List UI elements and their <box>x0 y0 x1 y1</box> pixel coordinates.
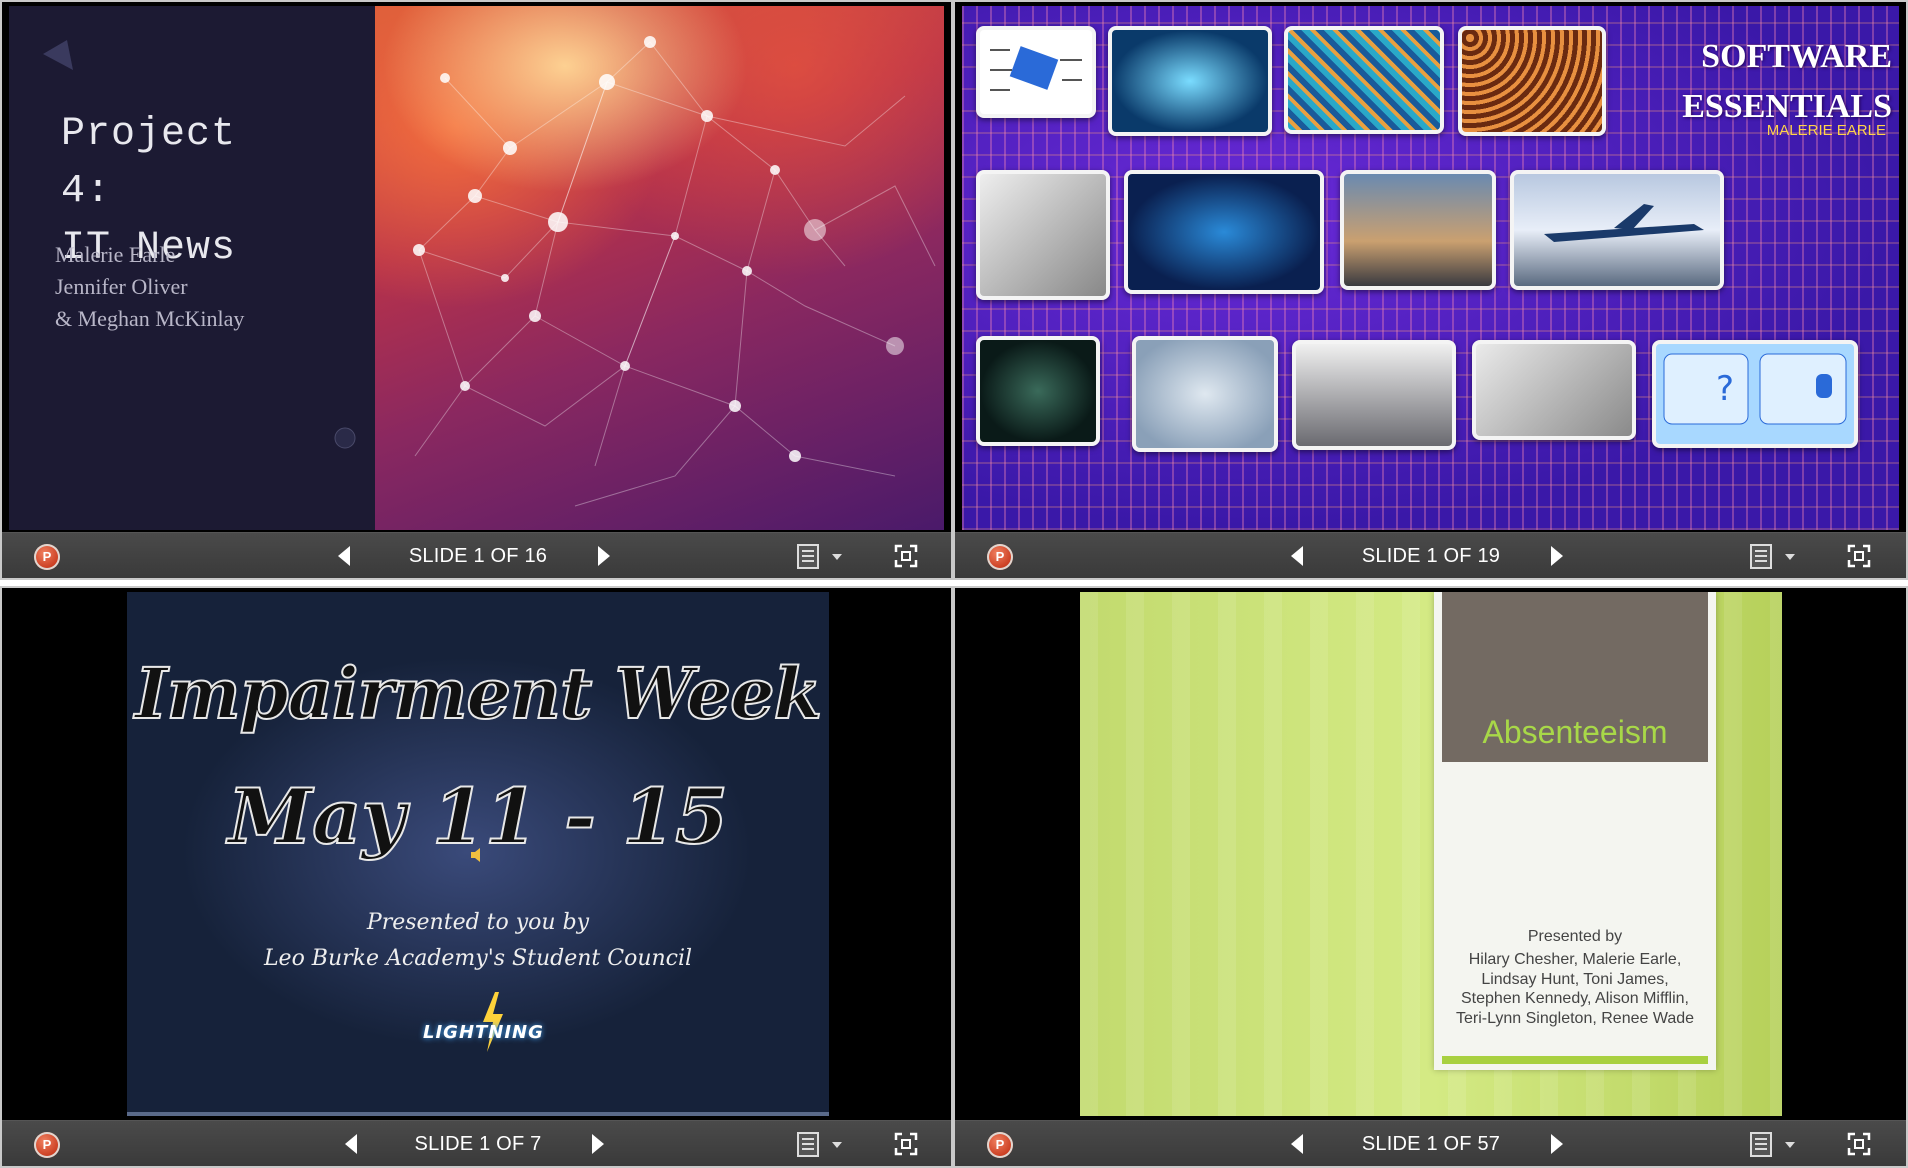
slide-background: Absenteeism Presented by Hilary Chesher,… <box>1080 592 1782 1116</box>
slide-title: Impairment Week <box>134 651 823 736</box>
fullscreen-icon[interactable] <box>894 1132 918 1156</box>
airplane-image <box>1510 170 1724 290</box>
slide-title: SOFTWARE ESSENTIALS <box>1682 32 1892 132</box>
slide-author: Jennifer Oliver <box>55 274 188 299</box>
cloud-network-image <box>1124 170 1324 294</box>
previous-slide-button[interactable] <box>338 546 350 566</box>
slide-title-line: SOFTWARE <box>1701 38 1892 75</box>
title-card: Absenteeism Presented by Hilary Chesher,… <box>1434 592 1716 1070</box>
slide-subtitle: MALERIE EARLE <box>1766 122 1886 139</box>
presentation-viewer-2: ? SOFTWARE ESSENTIALS MALERIE EARLE P SL… <box>953 0 1908 580</box>
viewer-toolbar: P SLIDE 1 OF 19 <box>955 532 1906 578</box>
notes-icon[interactable] <box>797 1132 819 1157</box>
powerpoint-icon: P <box>34 544 60 570</box>
ai-brain-image <box>1132 336 1278 452</box>
viewer-toolbar: P SLIDE 1 OF 57 <box>955 1120 1906 1166</box>
powerpoint-icon: P <box>987 544 1013 570</box>
accent-bar <box>1442 1056 1708 1064</box>
notes-icon[interactable] <box>797 544 819 569</box>
svg-text:?: ? <box>1716 369 1734 409</box>
telephone-image <box>976 170 1110 300</box>
next-slide-button[interactable] <box>598 546 610 566</box>
powerpoint-icon: P <box>34 1132 60 1158</box>
chevron-down-icon[interactable] <box>832 554 842 560</box>
slide-counter: SLIDE 1 OF 19 <box>1361 545 1501 567</box>
presenter-names: Hilary Chesher, Malerie Earle, Lindsay H… <box>1455 951 1695 1027</box>
slide-counter: SLIDE 1 OF 16 <box>408 545 548 567</box>
school-logo: LIGHTNING <box>423 1022 544 1043</box>
slide-title-panel: Project 4: IT News Malerie Earle Jennife… <box>9 6 375 530</box>
powerpoint-icon: P <box>987 1132 1013 1158</box>
slide-stage: Impairment Week May 11 - 15 Presented to… <box>2 588 951 1120</box>
decorative-dot <box>334 427 356 449</box>
next-slide-button[interactable] <box>1551 1134 1563 1154</box>
previous-slide-button[interactable] <box>1291 546 1303 566</box>
presentation-viewer-4: Absenteeism Presented by Hilary Chesher,… <box>953 586 1908 1168</box>
viewer-toolbar: P SLIDE 1 OF 16 <box>2 532 951 578</box>
slide-background-image <box>375 6 944 530</box>
slide-author: Malerie Earle <box>55 242 176 267</box>
memory-array-image <box>1458 26 1606 136</box>
typing-laptop-image <box>1472 340 1636 440</box>
chevron-down-icon[interactable] <box>1785 1142 1795 1148</box>
flowchart-database-image: ? <box>1652 340 1858 448</box>
title-header: Absenteeism <box>1442 592 1708 762</box>
slide-counter: SLIDE 1 OF 7 <box>414 1133 542 1155</box>
laptop-monitors-image <box>1292 340 1456 450</box>
slide-author: & Meghan McKinlay <box>55 306 245 331</box>
circuit-board-image <box>1284 26 1444 134</box>
notes-icon[interactable] <box>1750 1132 1772 1157</box>
slide-stage: ? SOFTWARE ESSENTIALS MALERIE EARLE <box>955 2 1906 532</box>
slide-title: Absenteeism <box>1482 714 1668 750</box>
previous-slide-button[interactable] <box>345 1134 357 1154</box>
presentation-viewer-1: Project 4: IT News Malerie Earle Jennife… <box>0 0 953 580</box>
network-graphic <box>413 36 936 507</box>
next-slide-button[interactable] <box>1551 546 1563 566</box>
processor-image <box>1108 26 1272 136</box>
notes-icon[interactable] <box>1750 544 1772 569</box>
presented-line: Presented to you by <box>366 910 590 935</box>
hacker-image <box>976 336 1100 446</box>
fullscreen-icon[interactable] <box>1847 544 1871 568</box>
decorative-shape <box>43 40 73 70</box>
chevron-down-icon[interactable] <box>1785 554 1795 560</box>
fullscreen-icon[interactable] <box>1847 1132 1871 1156</box>
next-slide-button[interactable] <box>592 1134 604 1154</box>
viewer-toolbar: P SLIDE 1 OF 7 <box>2 1120 951 1166</box>
slide-stage: Project 4: IT News Malerie Earle Jennife… <box>2 2 951 532</box>
presented-by-label: Presented by <box>1527 928 1623 945</box>
chip-image <box>976 26 1096 118</box>
audio-icon[interactable] <box>469 847 483 863</box>
previous-slide-button[interactable] <box>1291 1134 1303 1154</box>
rocket-launch-image <box>1340 170 1496 290</box>
chevron-down-icon[interactable] <box>832 1142 842 1148</box>
slide-background: Impairment Week May 11 - 15 Presented to… <box>127 592 829 1116</box>
fullscreen-icon[interactable] <box>894 544 918 568</box>
presenter-org: Leo Burke Academy's Student Council <box>263 946 693 971</box>
presentation-viewer-3: Impairment Week May 11 - 15 Presented to… <box>0 586 953 1168</box>
slide-counter: SLIDE 1 OF 57 <box>1361 1133 1501 1155</box>
slide-stage: Absenteeism Presented by Hilary Chesher,… <box>955 588 1906 1120</box>
